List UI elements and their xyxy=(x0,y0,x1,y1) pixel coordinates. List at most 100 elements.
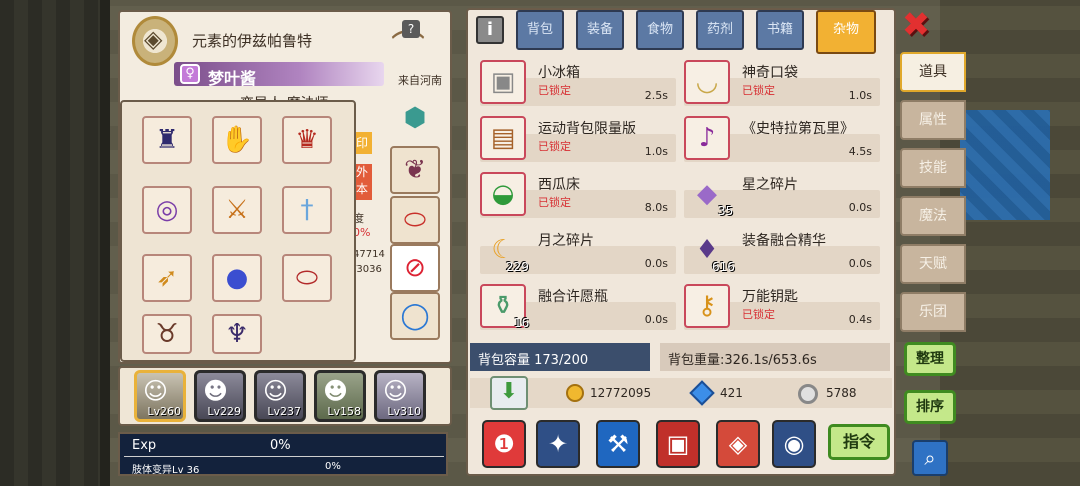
gold-amount: 12772095 xyxy=(590,386,652,400)
item-locked: 已锁定 xyxy=(742,84,775,97)
tab-misc[interactable]: 杂物 xyxy=(816,10,876,54)
character-name: 梦叶酱 xyxy=(208,69,257,88)
party-member-2[interactable]: ☻ Lv229 xyxy=(194,370,246,422)
side-tab-band[interactable]: 乐团 xyxy=(900,292,966,332)
item-time: 0.0s xyxy=(644,257,668,270)
green-book-icon[interactable]: ▣ xyxy=(656,420,700,468)
item-locked: 已锁定 xyxy=(538,196,571,209)
side-tab-items[interactable]: 道具 xyxy=(900,52,966,92)
item-count: 229 xyxy=(506,260,529,274)
sort-button[interactable]: 排序 xyxy=(904,390,956,424)
stat-number-1: 47714 xyxy=(353,249,385,260)
dark-helmet-icon[interactable]: ♜ xyxy=(142,116,192,164)
white-glove-icon[interactable]: ✋ xyxy=(212,116,262,164)
tab-food[interactable]: 食物 xyxy=(636,10,684,50)
female-icon: ♀ xyxy=(180,64,200,84)
party-member-5[interactable]: ☺ Lv310 xyxy=(374,370,426,422)
background-stripes xyxy=(0,0,100,486)
skill-exp-value: 0% xyxy=(325,461,341,472)
item-name: 小冰箱 xyxy=(538,65,580,81)
ice-sword-icon[interactable]: † xyxy=(282,186,332,234)
party-member-1[interactable]: ☺ Lv260 xyxy=(134,370,186,422)
party-member-3[interactable]: ☺ Lv237 xyxy=(254,370,306,422)
flame-blade-icon[interactable]: ⚔ xyxy=(212,186,262,234)
item-name: 装备融合精华 xyxy=(742,233,826,249)
help-icon[interactable]: ? xyxy=(402,20,420,38)
item-name: 融合许愿瓶 xyxy=(538,289,608,305)
tab-backpack[interactable]: 背包 xyxy=(516,10,564,50)
red-bracelet-icon[interactable]: ⬭ xyxy=(390,196,440,244)
blue-ring-icon[interactable]: ◯ xyxy=(390,292,440,340)
side-tab-talent[interactable]: 天赋 xyxy=(900,244,966,284)
member-level: Lv260 xyxy=(147,405,181,418)
tab-potion[interactable]: 药剂 xyxy=(696,10,744,50)
ring-badge-icon[interactable]: ◉ xyxy=(772,420,816,468)
party-member-4[interactable]: ☻ Lv158 xyxy=(314,370,366,422)
item-time: 0.4s xyxy=(848,313,872,326)
side-tab-skills[interactable]: 技能 xyxy=(900,148,966,188)
inventory-item[interactable]: ◆ 35 星之碎片 0.0s xyxy=(684,172,880,218)
exp-divider xyxy=(124,456,444,457)
info-button[interactable]: i xyxy=(476,16,504,44)
backpack-icon: ▤ xyxy=(480,116,526,160)
inventory-item[interactable]: ⚷ 万能钥匙 已锁定 0.4s xyxy=(684,284,880,330)
violin-icon: ♪ xyxy=(684,116,730,160)
inventory-item[interactable]: ◡ 神奇口袋 已锁定 1.0s xyxy=(684,60,880,106)
inventory-item[interactable]: ♦ 616 装备融合精华 0.0s xyxy=(684,228,880,274)
red-cube-icon[interactable]: ◈ xyxy=(716,420,760,468)
shield-crest-icon[interactable]: ⬢ xyxy=(390,94,440,142)
item-name: 《史特拉第瓦里》 xyxy=(742,121,854,137)
item-time: 2.5s xyxy=(644,89,668,102)
watermelon-bed-icon: ◒ xyxy=(480,172,526,216)
member-portrait-icon: ☺ xyxy=(143,377,169,405)
item-locked: 已锁定 xyxy=(538,140,571,153)
bunny-ears-icon[interactable]: ♉ xyxy=(142,314,192,354)
command-button[interactable]: 指令 xyxy=(828,424,890,460)
blue-orb-icon[interactable]: ● xyxy=(212,254,262,302)
scroll-icon[interactable]: ❶ xyxy=(482,420,526,468)
winged-crest-icon[interactable]: ♆ xyxy=(212,314,262,354)
inventory-item[interactable]: ▤ 运动背包限量版 已锁定 1.0s xyxy=(480,116,676,162)
master-key-icon: ⚷ xyxy=(684,284,730,328)
item-time: 0.0s xyxy=(644,313,668,326)
download-icon[interactable]: ⬇ xyxy=(490,376,528,410)
inventory-item[interactable]: ◒ 西瓜床 已锁定 8.0s xyxy=(480,172,676,218)
inventory-item[interactable]: ☾ 229 月之碎片 0.0s xyxy=(480,228,676,274)
item-time: 4.5s xyxy=(848,145,872,158)
inventory-item[interactable]: ⚱ 16 融合许愿瓶 0.0s xyxy=(480,284,676,330)
exp-label: Exp xyxy=(132,438,157,453)
red-bracelet-icon[interactable]: ⬭ xyxy=(282,254,332,302)
inventory-item[interactable]: ▣ 小冰箱 已锁定 2.5s xyxy=(480,60,676,106)
item-name: 运动背包限量版 xyxy=(538,121,636,137)
close-icon[interactable]: ✖ xyxy=(900,8,932,42)
gear-badge-icon[interactable]: ✦ xyxy=(536,420,580,468)
item-count: 616 xyxy=(712,260,735,274)
item-name: 月之碎片 xyxy=(538,233,594,249)
organize-button[interactable]: 整理 xyxy=(904,342,956,376)
item-time: 0.0s xyxy=(848,201,872,214)
item-locked: 已锁定 xyxy=(538,84,571,97)
purple-beast-icon[interactable]: ❦ xyxy=(390,146,440,194)
tab-books[interactable]: 书籍 xyxy=(756,10,804,50)
item-count: 35 xyxy=(718,204,734,218)
background-blue-tiles xyxy=(960,110,1050,220)
gold-coin-icon xyxy=(566,384,584,402)
member-portrait-icon: ☻ xyxy=(203,377,229,405)
member-portrait-icon: ☻ xyxy=(323,377,349,405)
tab-equipment[interactable]: 装备 xyxy=(576,10,624,50)
gold-ring-icon[interactable]: ◎ xyxy=(142,186,192,234)
search-icon[interactable]: ⌕ xyxy=(912,440,948,476)
inventory-item[interactable]: ♪ 《史特拉第瓦里》 4.5s xyxy=(684,116,880,162)
side-tab-magic[interactable]: 魔法 xyxy=(900,196,966,236)
pouch-icon: ◡ xyxy=(684,60,730,104)
item-time: 1.0s xyxy=(848,89,872,102)
member-level: Lv310 xyxy=(387,405,421,418)
side-tab-attributes[interactable]: 属性 xyxy=(900,100,966,140)
axe-badge-icon[interactable]: ⚒ xyxy=(596,420,640,468)
gem-amount: 421 xyxy=(720,386,743,400)
fire-dagger-icon[interactable]: ➶ xyxy=(142,254,192,302)
no-entry-icon[interactable]: ⊘ xyxy=(390,244,440,292)
red-mask-icon[interactable]: ♛ xyxy=(282,116,332,164)
silver-coin-icon xyxy=(798,384,818,404)
exp-value: 0% xyxy=(270,438,291,453)
